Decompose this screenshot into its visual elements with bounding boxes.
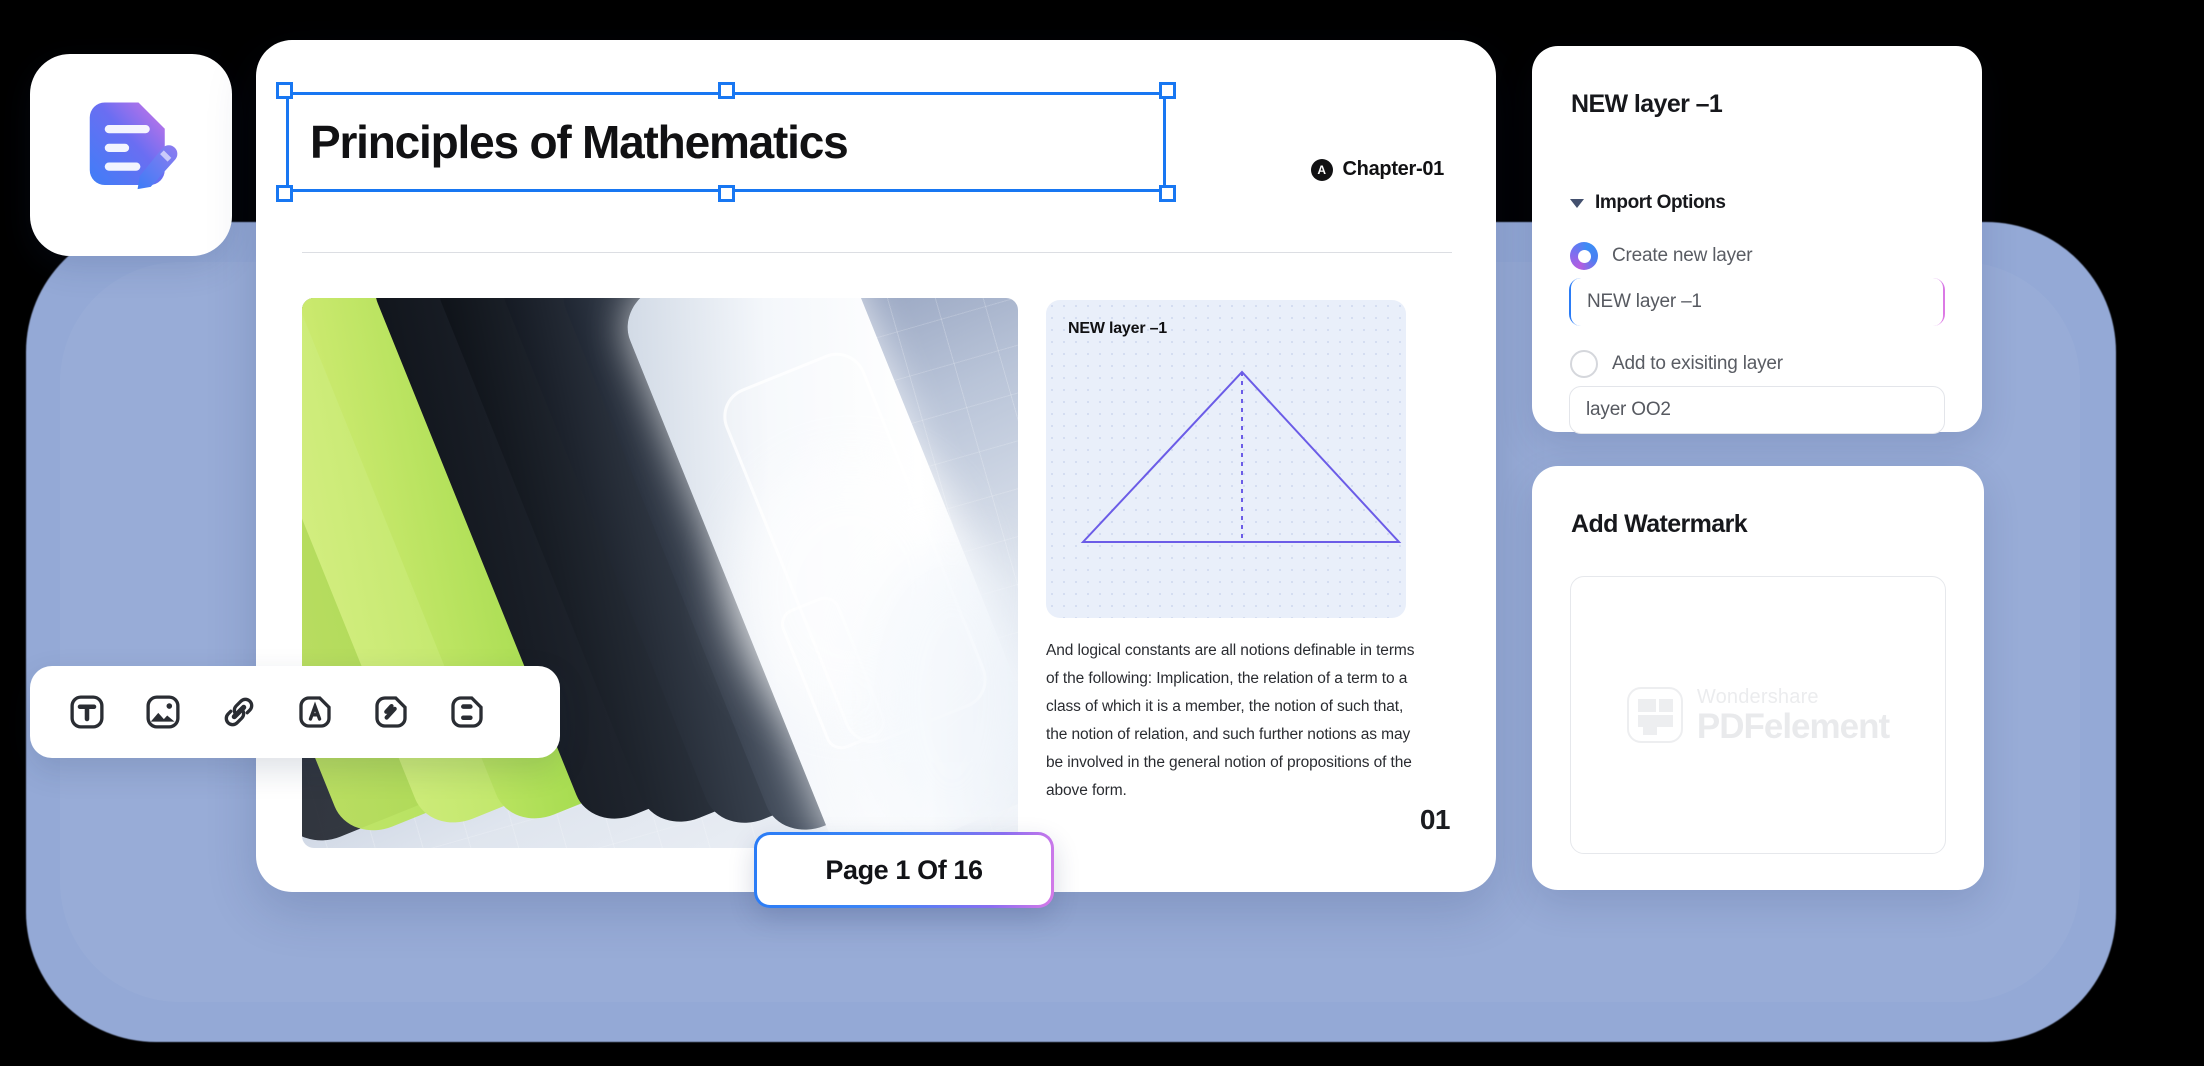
import-options-panel: NEW layer –1 Import Options Create new l… [1532, 46, 1982, 434]
import-options-label: Import Options [1595, 192, 1726, 213]
pdfelement-logo-icon [1626, 687, 1683, 743]
import-panel-title: NEW layer –1 [1571, 90, 1723, 118]
page-indicator-label: Page 1 Of 16 [757, 835, 1051, 905]
watermark-brand-main: PDFelement [1696, 706, 1890, 746]
page-title: Principles of Mathematics [310, 116, 849, 168]
resize-handle-bottom-left[interactable] [276, 185, 293, 202]
add-image-tool[interactable] [136, 685, 190, 739]
page-indicator-badge[interactable]: Page 1 Of 16 [754, 832, 1054, 908]
option-add-existing-layer[interactable]: Add to exisiting layer [1570, 350, 1783, 378]
radio-selected-icon[interactable] [1570, 242, 1598, 270]
edit-page-tool[interactable] [364, 685, 418, 739]
floating-toolbar[interactable] [30, 666, 560, 758]
import-options-header[interactable]: Import Options [1570, 192, 1726, 214]
resize-handle-bottom-right[interactable] [1159, 185, 1176, 202]
ocr-letter-a-icon [299, 696, 331, 728]
layer-preview-card[interactable]: NEW layer –1 [1046, 300, 1406, 618]
form-field-tool[interactable] [440, 685, 494, 739]
watermark-brand-top: Wondershare [1696, 685, 1819, 708]
option-create-new-layer[interactable]: Create new layer [1570, 242, 1753, 270]
add-text-tool[interactable] [60, 685, 114, 739]
app-logo-tile[interactable] [30, 54, 232, 256]
document-artwork[interactable] [302, 298, 1018, 848]
watermark-dropzone[interactable]: Wondershare PDFelement [1570, 576, 1946, 854]
document-canvas[interactable]: Principles of Mathematics A Chapter-01 N… [246, 40, 1506, 906]
resize-handle-top-right[interactable] [1159, 82, 1176, 99]
title-selection[interactable]: Principles of Mathematics [276, 82, 1176, 202]
resize-handle-top-center[interactable] [718, 82, 735, 99]
link-icon [224, 697, 254, 727]
body-paragraph: And logical constants are all notions de… [1046, 642, 1415, 799]
document-page-number: 01 [1419, 804, 1451, 835]
header-divider [302, 252, 1452, 253]
ocr-tool[interactable] [288, 685, 342, 739]
chapter-badge: A Chapter-01 [1310, 158, 1445, 181]
screenshot-stage: Principles of Mathematics A Chapter-01 N… [0, 0, 2204, 1066]
resize-handle-bottom-center[interactable] [718, 185, 735, 202]
add-link-tool[interactable] [212, 685, 266, 739]
triangle-diagram [1080, 370, 1402, 543]
document-pen-icon [89, 102, 178, 190]
chapter-marker-icon: A [1310, 158, 1333, 181]
watermark-panel-title: Add Watermark [1571, 510, 1748, 538]
existing-layer-select[interactable]: layer OO2 [1569, 386, 1945, 434]
new-layer-input[interactable]: NEW layer –1 [1569, 278, 1945, 326]
watermark-preview: Wondershare PDFelement [1626, 685, 1890, 746]
option-create-label: Create new layer [1612, 245, 1753, 266]
option-existing-label: Add to exisiting layer [1612, 353, 1783, 374]
add-watermark-panel: Add Watermark Wondershare PDFelement [1532, 466, 1984, 890]
chevron-down-icon[interactable] [1570, 198, 1584, 208]
chapter-label: Chapter-01 [1342, 158, 1445, 180]
image-icon [146, 695, 180, 729]
edit-page-icon [375, 696, 407, 728]
new-layer-input-value: NEW layer –1 [1571, 278, 1943, 326]
page-field-icon [451, 696, 483, 728]
radio-unselected-icon[interactable] [1570, 350, 1598, 378]
watermark-brand: Wondershare PDFelement [1696, 685, 1890, 746]
text-box-icon [70, 695, 104, 729]
resize-handle-top-left[interactable] [276, 82, 293, 99]
